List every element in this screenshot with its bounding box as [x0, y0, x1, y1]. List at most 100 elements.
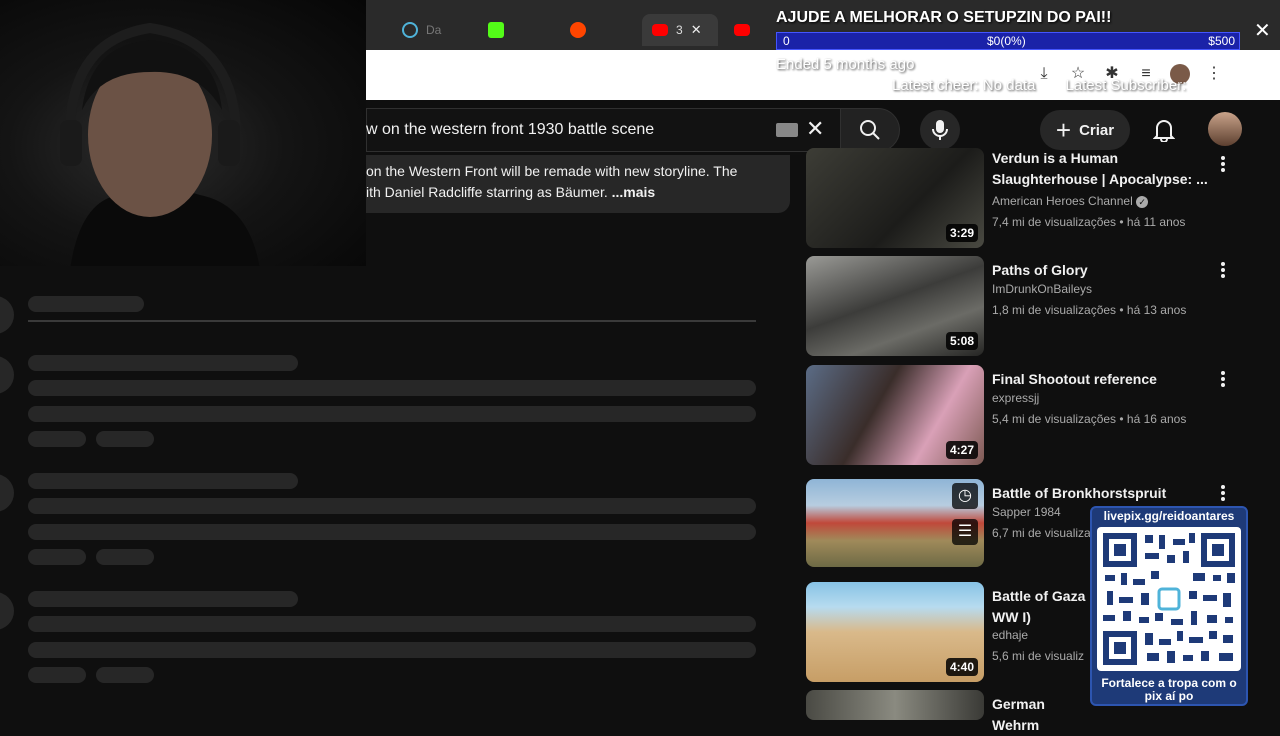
video-thumbnail[interactable]: 4:27 [806, 365, 984, 465]
browser-tab[interactable] [560, 14, 596, 46]
streamer-silhouette [60, 22, 260, 270]
video-meta: 5,6 mi de visualiz [992, 649, 1085, 663]
video-meta: 7,4 mi de visualizações • há 11 anos [992, 215, 1186, 229]
skeleton-bar [96, 667, 154, 683]
create-label: Criar [1079, 121, 1115, 139]
skeleton-bar [28, 473, 298, 489]
more-actions-icon[interactable] [1216, 369, 1230, 389]
channel-name[interactable]: edhaje [992, 628, 1028, 642]
latest-events: Latest cheer: No data Latest Subscriber: [892, 77, 1186, 94]
browser-tab-active[interactable]: 3 ✕ [642, 14, 718, 46]
keyboard-icon[interactable] [776, 123, 798, 137]
qr-code-image [1103, 533, 1235, 665]
close-tab-icon[interactable]: ✕ [691, 22, 702, 38]
verified-icon: ✓ [1136, 196, 1149, 208]
related-video[interactable]: 5:08 Paths of Glory ImDrunkOnBaileys 1,8… [806, 256, 1246, 356]
youtube-icon [734, 24, 750, 36]
related-video[interactable]: 3:29 Verdun is a Human Slaughterhouse | … [806, 148, 1246, 248]
tab-label: 3 [676, 23, 683, 37]
skeleton-bar [28, 616, 756, 632]
video-thumbnail[interactable]: 3:29 [806, 148, 984, 248]
tab-label: Da [426, 23, 442, 37]
skeleton-bar [28, 642, 756, 658]
duration-badge: 5:08 [945, 332, 978, 350]
skeleton-bar [28, 498, 756, 514]
related-video[interactable]: 4:27 Final Shootout reference expressjj … [806, 365, 1246, 465]
video-thumbnail[interactable]: ◷ ☰ [806, 479, 984, 567]
skeleton-avatar [0, 474, 14, 512]
voice-search-button[interactable] [920, 110, 960, 150]
divider [28, 320, 756, 322]
more-actions-icon[interactable] [1216, 154, 1230, 174]
watch-later-icon[interactable]: ◷ [952, 483, 978, 509]
video-thumbnail[interactable] [806, 690, 984, 720]
video-meta: 1,8 mi de visualizações • há 13 anos [992, 303, 1187, 317]
skeleton-bar [28, 524, 756, 540]
video-thumbnail[interactable]: 4:40 [806, 582, 984, 682]
skeleton-bar [28, 296, 144, 312]
browser-tab[interactable] [478, 14, 514, 46]
skeleton-avatar [0, 592, 14, 630]
video-title[interactable]: Battle of Gaza WW I) [992, 586, 1092, 628]
livepix-logo-icon [1157, 587, 1181, 611]
skeleton-bar [28, 431, 86, 447]
skeleton-bar [28, 406, 756, 422]
goal-progress: $0(0%) [987, 34, 1026, 48]
create-button[interactable]: + Criar [1040, 110, 1130, 150]
channel-name[interactable]: American Heroes Channel ✓ [992, 194, 1149, 208]
description-line: ith Daniel Radcliffe starring as Bäumer. [366, 184, 608, 200]
channel-name[interactable]: expressjj [992, 391, 1039, 405]
youtube-icon [652, 24, 668, 36]
search-button[interactable] [840, 108, 900, 152]
reddit-icon [570, 22, 586, 38]
skeleton-avatar [0, 356, 14, 394]
video-title[interactable]: German Wehrm [992, 694, 1092, 736]
search-icon [860, 120, 880, 140]
plus-icon: + [1055, 115, 1072, 145]
show-more-link[interactable]: ...mais [612, 184, 656, 200]
video-title[interactable]: Paths of Glory [992, 260, 1212, 281]
browser-tab[interactable] [724, 14, 760, 46]
add-to-queue-icon[interactable]: ☰ [952, 519, 978, 545]
close-icon[interactable]: ✕ [1254, 18, 1271, 43]
skeleton-bar [28, 667, 86, 683]
video-title[interactable]: Battle of Bronkhorstspruit [992, 483, 1212, 504]
more-actions-icon[interactable] [1216, 260, 1230, 280]
duration-badge: 3:29 [945, 224, 978, 242]
more-actions-icon[interactable] [1216, 483, 1230, 503]
bell-icon [1153, 120, 1175, 142]
skeleton-bar [28, 355, 298, 371]
duration-badge: 4:40 [945, 658, 978, 676]
search-query: w on the western front 1930 battle scene [366, 121, 655, 138]
video-meta: 6,7 mi de visualizaç [992, 526, 1097, 540]
donation-goal-bar: 0 $0(0%) $500 [776, 32, 1240, 50]
skeleton-bar [28, 549, 86, 565]
menu-icon[interactable]: ⋮ [1204, 64, 1224, 84]
goal-min: 0 [783, 34, 790, 48]
goal-ended-text: Ended 5 months ago [776, 56, 915, 73]
video-description[interactable]: on the Western Front will be remade with… [366, 155, 790, 213]
goal-max: $500 [1208, 34, 1235, 48]
video-title[interactable]: Verdun is a Human Slaughterhouse | Apoca… [992, 148, 1212, 190]
skeleton-bar [96, 431, 154, 447]
webcam-overlay [0, 0, 366, 270]
qr-footer-text: Fortalece a tropa com o pix aí po [1101, 676, 1237, 703]
video-title[interactable]: Final Shootout reference [992, 369, 1212, 390]
avatar[interactable] [1208, 112, 1242, 146]
notifications-button[interactable] [1146, 112, 1182, 148]
video-thumbnail[interactable]: 5:08 [806, 256, 984, 356]
qr-url: livepix.gg/reidoantares [1103, 509, 1235, 523]
skeleton-bar [28, 591, 298, 607]
clear-search-icon[interactable]: ✕ [806, 116, 824, 142]
skeleton-bar [28, 380, 756, 396]
duration-badge: 4:27 [945, 441, 978, 459]
skeleton-avatar [0, 296, 14, 334]
latest-cheer: Latest cheer: No data [892, 77, 1036, 94]
circle-logo-icon [402, 22, 418, 38]
channel-name[interactable]: ImDrunkOnBaileys [992, 282, 1092, 296]
microphone-icon [932, 120, 948, 140]
browser-tab[interactable]: Da [392, 14, 451, 46]
latest-subscriber: Latest Subscriber: [1065, 77, 1187, 94]
donation-goal-title: AJUDE A MELHORAR O SETUPZIN DO PAI!! [776, 9, 1112, 26]
channel-name[interactable]: Sapper 1984 [992, 505, 1061, 519]
